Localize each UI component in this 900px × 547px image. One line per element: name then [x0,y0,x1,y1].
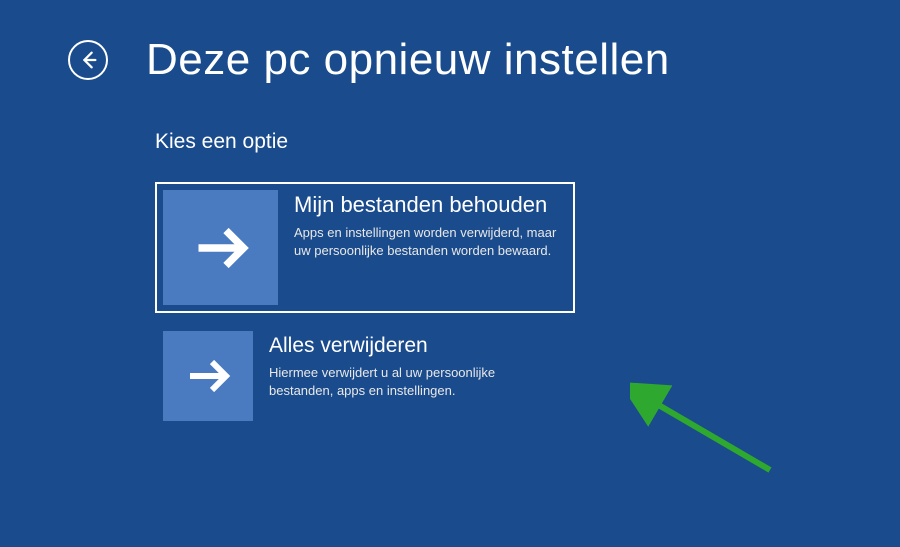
option-title: Mijn bestanden behouden [294,192,557,218]
arrow-right-icon [163,190,278,305]
page-title: Deze pc opnieuw instellen [146,35,670,85]
option-text: Mijn bestanden behouden Apps en instelli… [294,190,567,259]
option-text: Alles verwijderen Hiermee verwijdert u a… [269,331,567,399]
option-title: Alles verwijderen [269,333,557,358]
option-remove-everything[interactable]: Alles verwijderen Hiermee verwijdert u a… [155,323,575,429]
option-description: Apps en instellingen worden verwijderd, … [294,224,557,259]
arrow-right-icon [163,331,253,421]
option-description: Hiermee verwijdert u al uw persoonlijke … [269,364,557,399]
back-button[interactable] [68,40,108,80]
subtitle: Kies een optie [155,130,900,154]
header: Deze pc opnieuw instellen [0,0,900,85]
arrow-left-icon [77,49,99,71]
content-area: Kies een optie Mijn bestanden behouden A… [0,85,900,429]
option-keep-files[interactable]: Mijn bestanden behouden Apps en instelli… [155,182,575,313]
